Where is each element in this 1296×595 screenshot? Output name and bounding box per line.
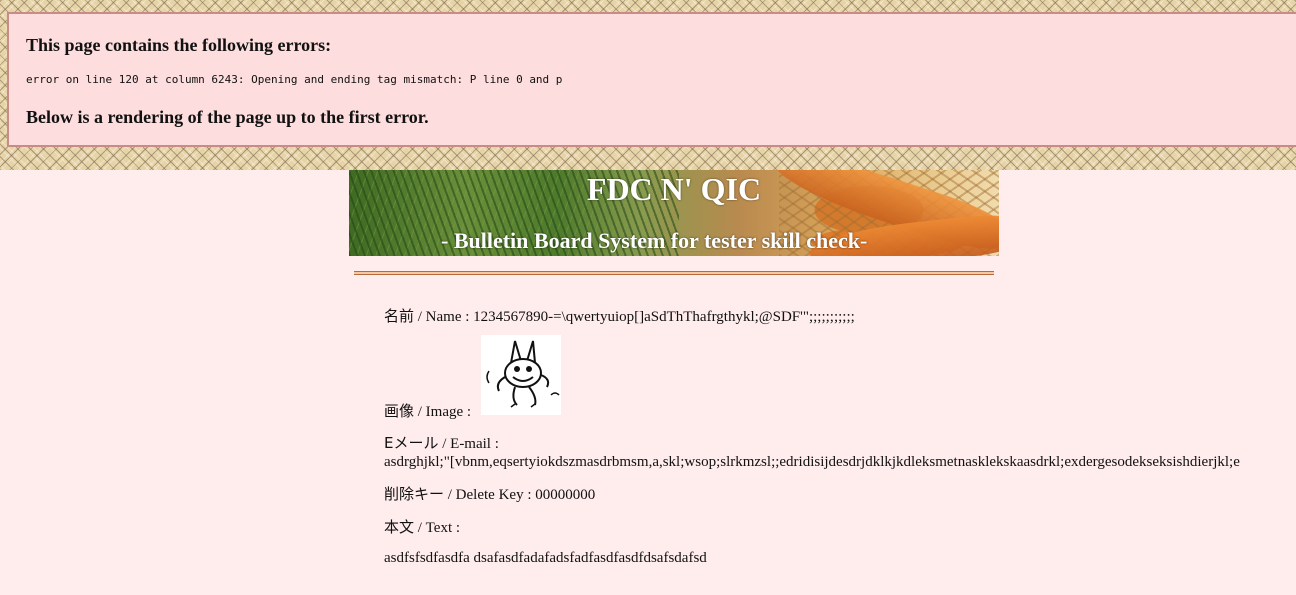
delete-label-ja: 削除キー — [384, 485, 445, 503]
post-image-row: 画像 / Image : — [384, 400, 471, 421]
header-divider — [354, 271, 994, 275]
error-detail: error on line 120 at column 6243: Openin… — [26, 73, 563, 86]
post-name-row: 名前 / Name : 1234567890-=\qwertyuiop[]aSd… — [384, 305, 855, 326]
error-below-note: Below is a rendering of the page up to t… — [26, 107, 429, 127]
name-value: 1234567890-=\qwertyuiop[]aSdThThafrgthyk… — [473, 309, 855, 325]
delete-label-en: / Delete Key : — [444, 487, 536, 503]
post-email-label-row: Eメール / E-mail : — [384, 432, 499, 453]
image-label-en: / Image : — [414, 404, 472, 420]
rabbit-character-icon — [481, 335, 561, 415]
delete-value: 00000000 — [535, 487, 596, 503]
image-label-ja: 画像 — [384, 402, 415, 420]
post-text-label-row: 本文 / Text : — [384, 516, 460, 537]
name-label-ja: 名前 — [384, 307, 415, 325]
text-label-en: / Text : — [414, 520, 461, 536]
error-title: This page contains the following errors: — [26, 35, 332, 55]
name-label-en: / Name : — [414, 309, 474, 325]
text-label-ja: 本文 — [384, 518, 415, 536]
post-body-text: asdfsfsdfasdfa dsafasdfadafadsfadfasdfas… — [384, 550, 707, 566]
email-label-ja: Eメール — [384, 434, 439, 452]
email-label-en: / E-mail : — [438, 436, 499, 452]
site-title: FDC N' QIC — [586, 171, 762, 207]
post-delete-key-row: 削除キー / Delete Key : 00000000 — [384, 483, 595, 504]
site-subtitle: - Bulletin Board System for tester skill… — [441, 228, 868, 253]
xml-parse-error-box: This page contains the following errors:… — [7, 12, 1296, 147]
email-value: asdrghjkl;"[vbnm,eqsertyiokdszmasdrbmsm,… — [384, 454, 1240, 470]
